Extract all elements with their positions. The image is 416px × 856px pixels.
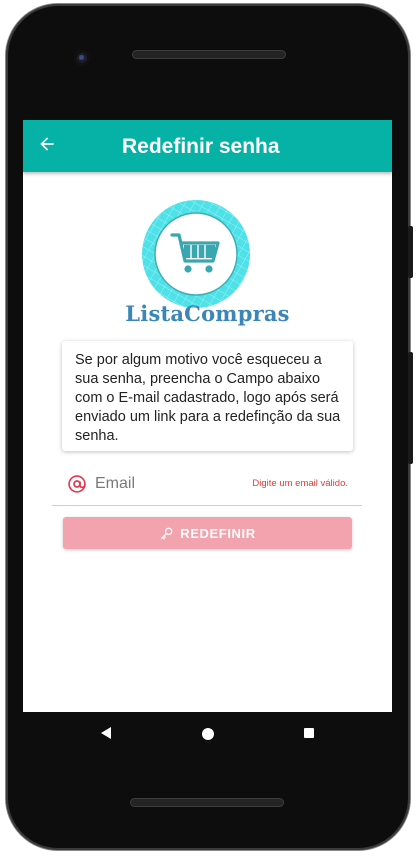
system-nav-bar — [23, 712, 392, 754]
email-input[interactable] — [95, 473, 235, 495]
brand-logo-text: ListaCompras — [125, 301, 290, 326]
at-sign-icon — [68, 475, 86, 493]
email-field: Digite um email válido. — [52, 467, 362, 506]
info-card: Se por algum motivo você esqueceu a sua … — [62, 341, 353, 451]
front-camera — [74, 50, 90, 66]
volume-button — [408, 352, 413, 464]
nav-recent-icon[interactable] — [304, 728, 314, 738]
app-screen: Redefinir senha ListaCompras Se por algu… — [23, 120, 392, 712]
reset-password-button[interactable]: REDEFINIR — [63, 517, 352, 549]
reset-password-button-label: REDEFINIR — [180, 525, 256, 541]
nav-home-icon[interactable] — [202, 728, 214, 740]
bottom-speaker — [130, 798, 284, 807]
top-speaker — [132, 50, 286, 59]
key-icon — [161, 527, 173, 539]
power-button — [408, 226, 413, 278]
shopping-cart-icon — [142, 200, 250, 308]
page-title: Redefinir senha — [122, 135, 280, 158]
email-error-text: Digite um email válido. — [252, 478, 348, 489]
arrow-left-icon[interactable] — [37, 134, 57, 154]
nav-back-icon[interactable] — [99, 726, 113, 740]
info-card-text: Se por algum motivo você esqueceu a sua … — [75, 352, 341, 444]
app-bar: Redefinir senha — [23, 120, 392, 172]
